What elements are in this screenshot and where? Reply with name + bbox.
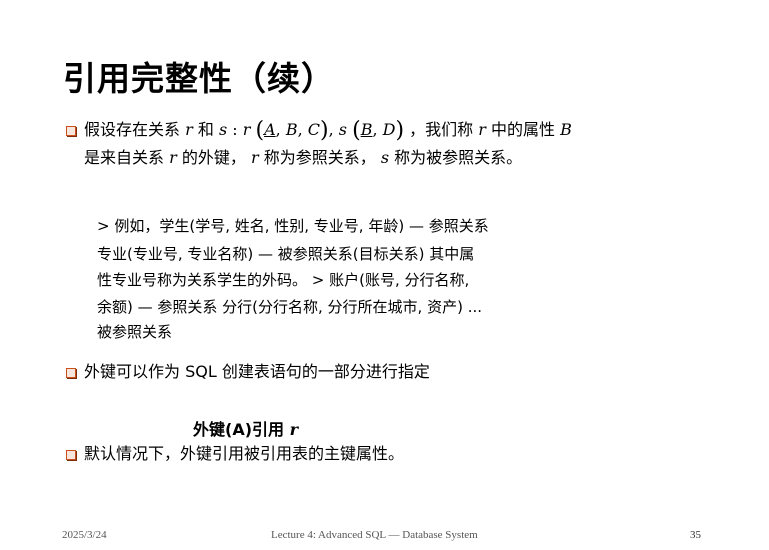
math-attr-A: A <box>264 120 276 139</box>
fk-syntax: 外键(A)引用 r <box>193 416 298 440</box>
math-s: s <box>218 120 228 139</box>
bullet1-line2: 是来自关系 r 的外键， r 称为参照关系， s 称为被参照关系。 <box>84 148 522 168</box>
math-schema-expression: s : r (A, B, C), s (B, D) <box>218 118 405 143</box>
page-number: 35 <box>690 529 701 541</box>
math-r-schema: r <box>242 120 251 139</box>
example-line: 专业(专业号, 专业名称) — 被参照关系(目标关系) 其中属 <box>97 245 475 263</box>
math-attr-D: D <box>382 120 396 139</box>
math-s-referenced: s <box>380 148 390 167</box>
bullet1-text-referencing: 称为参照关系， <box>263 148 376 167</box>
example-line: 性专业号称为关系学生的外码。 > 账户(账号, 分行名称, <box>97 271 470 289</box>
example-line: 余额) — 参照关系 分行(分行名称, 分行所在城市, 资产) ... <box>97 298 483 316</box>
bullet1-text-we-call: ，我们称 <box>409 120 474 139</box>
math-r-ref: r <box>478 120 486 139</box>
bullet1-text-intro: 假设存在关系 <box>84 120 181 139</box>
bullet1-text-referenced: 称为被参照关系。 <box>394 148 523 167</box>
math-attr-B-key: B <box>360 120 373 139</box>
bullet1-text-attr: 中的属性 <box>491 120 556 139</box>
bullet-box-icon <box>66 126 76 136</box>
fk-syntax-text: 外键(A)引用 <box>193 420 285 439</box>
math-r: r <box>185 120 193 139</box>
math-s-schema: s <box>338 120 347 139</box>
math-attr-B: B <box>285 120 298 139</box>
bullet3-text: 默认情况下，外键引用被引用表的主键属性。 <box>84 444 405 463</box>
footer-course: Lecture 4: Advanced SQL — Database Syste… <box>271 529 478 541</box>
fk-syntax-relation: r <box>289 420 299 439</box>
bullet1-text-and: 和 <box>197 120 214 139</box>
footer-date: 2025/3/24 <box>62 529 107 541</box>
slide: 引用完整性（续） 假设存在关系 r 和 s : r (A, B, C), s (… <box>0 0 769 550</box>
math-colon: : <box>227 120 243 139</box>
bullet2-text: 外键可以作为 SQL 创建表语句的一部分进行指定 <box>84 362 430 381</box>
bullet1-text-fk: 的外键， <box>181 148 246 167</box>
math-attr-C: C <box>307 120 321 139</box>
bullet1-text-from: 是来自关系 <box>84 148 165 167</box>
example-line: 被参照关系 <box>97 323 173 341</box>
math-r-fk: r <box>169 148 177 167</box>
math-r-referencing: r <box>250 148 259 167</box>
math-attr-B-fk: B <box>560 120 572 139</box>
example-line: > 例如，学生(学号, 姓名, 性别, 专业号, 年龄) — 参照关系 <box>97 217 489 235</box>
bullet-box-icon <box>66 450 76 460</box>
bullet1-line1: 假设存在关系 r 和 s : r (A, B, C), s (B, D) ，我们… <box>84 118 572 143</box>
bullet-box-icon <box>66 368 76 378</box>
slide-title: 引用完整性（续） <box>63 59 335 98</box>
